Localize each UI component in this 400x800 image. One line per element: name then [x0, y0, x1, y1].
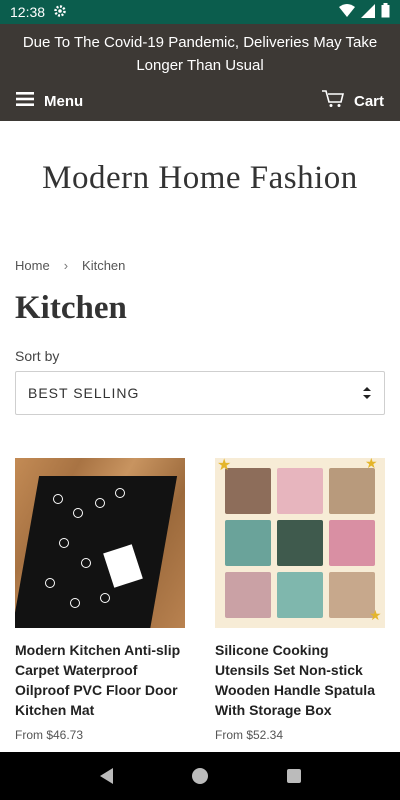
photo-tile — [225, 520, 271, 566]
mat-doodle — [45, 578, 55, 588]
product-price: From $46.73 — [15, 728, 84, 742]
photo-tile — [329, 468, 375, 514]
hamburger-icon — [16, 92, 34, 110]
photo-tile — [225, 572, 271, 618]
photo-tile — [277, 572, 323, 618]
mat-doodle — [100, 593, 110, 603]
product-image-utensils[interactable]: ★ ★ ★ — [215, 458, 385, 628]
breadcrumb-home[interactable]: Home — [15, 258, 50, 273]
mat-doodle — [59, 538, 69, 548]
product-image-kitchen-mat[interactable] — [15, 458, 185, 628]
store-logo[interactable]: Modern Home Fashion — [0, 160, 400, 197]
star-decoration-icon: ★ — [217, 458, 232, 474]
product-title[interactable]: Modern Kitchen Anti-slip Carpet Waterpro… — [15, 640, 185, 720]
mat-doodle — [73, 508, 83, 518]
product-grid: Modern Kitchen Anti-slip Carpet Waterpro… — [15, 458, 385, 742]
mat-doodle — [115, 488, 125, 498]
announcement-bar[interactable]: Due To The Covid-19 Pandemic, Deliveries… — [0, 24, 400, 81]
status-time: 12:38 — [10, 4, 46, 20]
product-card[interactable]: Modern Kitchen Anti-slip Carpet Waterpro… — [15, 458, 185, 742]
photo-tile — [277, 468, 323, 514]
star-decoration-icon: ★ — [369, 608, 382, 624]
cart-label: Cart — [353, 92, 384, 110]
home-icon[interactable] — [191, 768, 208, 784]
mat-doodle — [70, 598, 80, 608]
announcement-text: Due To The Covid-19 Pandemic, Deliveries… — [22, 34, 378, 74]
breadcrumb-current: Kitchen — [82, 258, 126, 273]
sort-select[interactable]: BEST SELLING — [15, 371, 385, 415]
product-price: From $52.34 — [215, 728, 284, 742]
product-card[interactable]: ★ ★ ★ Silicone Cooking Utensils Set Non-… — [215, 458, 385, 742]
cart-icon — [321, 90, 345, 112]
photo-tile — [277, 520, 323, 566]
menu-label: Menu — [44, 92, 84, 110]
menu-button[interactable]: Menu — [16, 92, 83, 110]
settings-icon — [53, 4, 67, 21]
cart-button[interactable]: Cart — [321, 90, 384, 112]
android-nav-bar — [0, 752, 400, 800]
sort-selected-value: BEST SELLING — [28, 385, 140, 401]
breadcrumb: Home › Kitchen — [15, 258, 125, 273]
photo-tile — [329, 520, 375, 566]
breadcrumb-separator: › — [63, 258, 69, 273]
sort-caret-icon — [362, 386, 372, 400]
page-title: Kitchen — [15, 290, 127, 326]
mat-doodle — [81, 558, 91, 568]
sort-label: Sort by — [15, 348, 60, 364]
battery-icon — [381, 3, 390, 21]
star-decoration-icon: ★ — [365, 458, 378, 472]
recent-apps-icon[interactable] — [286, 769, 301, 783]
mat-doodle — [53, 494, 63, 504]
wifi-icon — [339, 3, 355, 21]
mat-doodle — [95, 498, 105, 508]
signal-icon — [361, 3, 375, 21]
product-title[interactable]: Silicone Cooking Utensils Set Non-stick … — [215, 640, 385, 720]
back-icon[interactable] — [99, 768, 113, 784]
status-bar: 12:38 — [0, 0, 400, 24]
photo-tile — [225, 468, 271, 514]
top-navigation: Menu Cart — [0, 81, 400, 121]
